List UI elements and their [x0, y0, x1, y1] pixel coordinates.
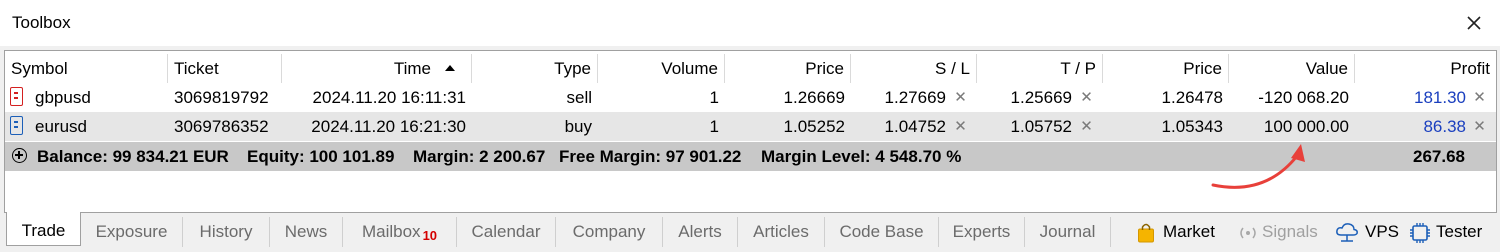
tab-bar: Trade Exposure History News Mailbox 10 Ca…	[0, 212, 1500, 252]
balance-text: Balance: 99 834.21 EUR	[37, 147, 229, 166]
tab-code-base[interactable]: Code Base	[825, 217, 939, 247]
mailbox-badge: 10	[422, 228, 438, 243]
annotation-arrow-icon	[1211, 144, 1305, 189]
tab-mailbox[interactable]: Mailbox 10	[343, 217, 457, 247]
column-header-volume[interactable]: Volume	[598, 54, 725, 83]
column-header-symbol[interactable]: Symbol	[5, 54, 168, 83]
tab-exposure[interactable]: Exposure	[81, 217, 183, 247]
column-header-value[interactable]: Value	[1229, 54, 1355, 83]
tab-company[interactable]: Company	[556, 217, 663, 247]
title-bar: Toolbox	[0, 0, 1500, 46]
market-button[interactable]: Market	[1137, 217, 1225, 247]
cell-type: sell	[566, 88, 592, 107]
column-header-time[interactable]: Time	[282, 54, 472, 83]
table-row[interactable]: eurusd 3069786352 2024.11.20 16:21:30 bu…	[5, 112, 1496, 141]
cell-time: 2024.11.20 16:11:31	[312, 88, 466, 107]
signals-button[interactable]: Signals	[1236, 217, 1328, 247]
equity-text: Equity: 100 101.89	[247, 147, 395, 166]
cell-volume: 1	[709, 88, 719, 107]
vps-button[interactable]: VPS	[1335, 217, 1401, 247]
expand-plus-icon[interactable]	[12, 148, 27, 163]
cell-symbol: gbpusd	[35, 88, 91, 107]
column-header-tp[interactable]: T / P	[977, 54, 1103, 83]
cell-volume: 1	[709, 117, 719, 136]
cell-time: 2024.11.20 16:21:30	[311, 117, 466, 136]
window-title: Toolbox	[12, 13, 71, 32]
tab-trade[interactable]: Trade	[6, 212, 81, 246]
tab-journal[interactable]: Journal	[1025, 217, 1111, 247]
column-header-type[interactable]: Type	[472, 54, 598, 83]
tab-experts[interactable]: Experts	[939, 217, 1025, 247]
cell-current-price: 1.26478	[1161, 88, 1223, 107]
column-header-sl[interactable]: S / L	[851, 54, 977, 83]
tab-alerts[interactable]: Alerts	[663, 217, 738, 247]
close-icon[interactable]	[1463, 12, 1485, 34]
cell-current-price: 1.05343	[1161, 117, 1223, 136]
buy-order-icon	[10, 116, 23, 135]
free-margin-text: Free Margin: 97 901.22	[559, 147, 742, 166]
total-profit: 267.68	[1413, 147, 1465, 166]
sell-order-icon	[10, 87, 23, 106]
tab-history[interactable]: History	[183, 217, 270, 247]
remove-sl-icon[interactable]: ✕	[953, 83, 968, 112]
cell-ticket: 3069786352	[174, 117, 269, 136]
cell-value: -120 068.20	[1258, 88, 1349, 107]
column-header-current-price[interactable]: Price	[1103, 54, 1229, 83]
close-position-icon[interactable]: ✕	[1472, 112, 1487, 141]
cell-symbol: eurusd	[35, 117, 87, 136]
cell-ticket: 3069819792	[174, 88, 269, 107]
margin-level-text: Margin Level: 4 548.70 %	[761, 147, 962, 166]
cell-price: 1.26669	[783, 88, 845, 107]
cell-price: 1.05252	[783, 117, 845, 136]
remove-tp-icon[interactable]: ✕	[1079, 83, 1094, 112]
remove-tp-icon[interactable]: ✕	[1079, 112, 1094, 141]
table-row[interactable]: gbpusd 3069819792 2024.11.20 16:11:31 se…	[5, 83, 1496, 112]
remove-sl-icon[interactable]: ✕	[953, 112, 968, 141]
signal-icon	[1240, 227, 1256, 239]
tab-articles[interactable]: Articles	[738, 217, 825, 247]
column-header-ticket[interactable]: Ticket	[168, 54, 282, 83]
shopping-bag-icon	[1138, 223, 1154, 243]
tester-button[interactable]: Tester	[1409, 217, 1489, 247]
cell-value: 100 000.00	[1263, 117, 1349, 136]
close-position-icon[interactable]: ✕	[1472, 83, 1487, 112]
margin-text: Margin: 2 200.67	[413, 147, 546, 166]
column-header-price[interactable]: Price	[725, 54, 851, 83]
tab-calendar[interactable]: Calendar	[457, 217, 556, 247]
cell-type: buy	[564, 117, 592, 136]
cloud-icon	[1336, 223, 1358, 242]
cpu-icon	[1410, 223, 1430, 243]
column-header-profit[interactable]: Profit	[1355, 54, 1496, 83]
sort-ascending-icon	[445, 65, 455, 71]
tab-news[interactable]: News	[270, 217, 343, 247]
